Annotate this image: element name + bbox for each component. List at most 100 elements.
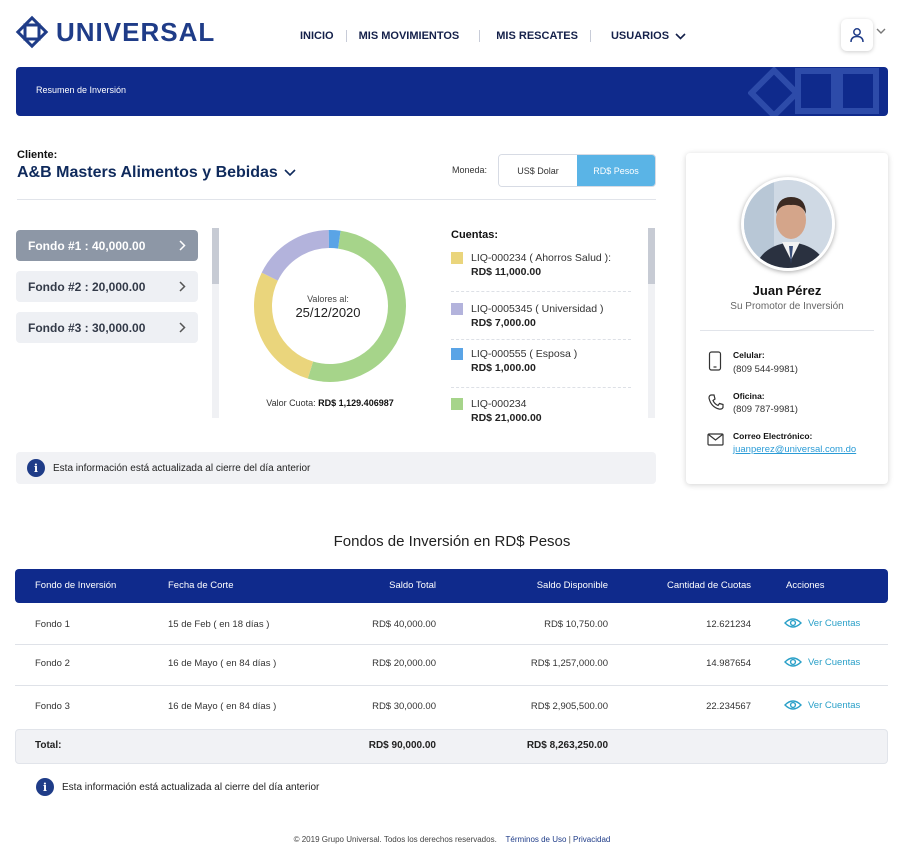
account-name: LIQ-000234 (471, 398, 527, 410)
donut-segment (261, 230, 330, 281)
eye-icon (784, 657, 802, 667)
donut-segment (328, 230, 341, 249)
donut-center-label: Valores al: (307, 294, 349, 304)
divider (17, 199, 656, 200)
account-amount: RD$ 7,000.00 (471, 317, 536, 329)
nav-inicio-label: INICIO (300, 30, 334, 42)
currency-label: Moneda: (452, 165, 488, 175)
cell-value[interactable]: (809 544-9981) (733, 364, 798, 375)
promoter-name: Juan Pérez (752, 283, 822, 298)
cell-fecha: 16 de Mayo ( en 84 días ) (168, 701, 277, 712)
account-color-swatch (451, 303, 463, 315)
currency-usd-button[interactable]: US$ Dolar (499, 155, 577, 186)
fund-button-1[interactable]: Fondo #1 : 40,000.00 (16, 230, 198, 261)
eye-icon (784, 618, 802, 628)
account-item[interactable]: LIQ-000555 ( Esposa ) RD$ 1,000.00 (451, 347, 633, 375)
ver-cuentas-label: Ver Cuentas (808, 617, 861, 629)
cell-fecha: 15 de Feb ( en 18 días ) (168, 619, 270, 630)
universal-logo-icon (15, 15, 49, 49)
info-text: Esta información está actualizada al cie… (53, 462, 311, 474)
nav-usuarios[interactable]: USUARIOS (591, 30, 698, 42)
user-menu-button[interactable] (841, 19, 873, 51)
ver-cuentas-link[interactable]: Ver Cuentas (784, 699, 860, 711)
account-amount: RD$ 1,000.00 (471, 362, 536, 374)
account-item[interactable]: LIQ-0005345 ( Universidad ) RD$ 7,000.00 (451, 302, 633, 330)
currency-toggle: US$ Dolar RD$ Pesos (498, 154, 656, 187)
fund-button-3[interactable]: Fondo #3 : 30,000.00 (16, 312, 198, 343)
cell-cuotas: 14.987654 (706, 658, 751, 669)
privacy-link[interactable]: Privacidad (573, 835, 610, 844)
mail-icon (707, 433, 724, 446)
email-link[interactable]: juanperez@universal.com.do (733, 444, 856, 455)
header-fondo: Fondo de Inversión (35, 580, 117, 591)
terms-link[interactable]: Términos de Uso (506, 835, 567, 844)
account-item[interactable]: LIQ-000234 ( Ahorros Salud ): RD$ 11,000… (451, 251, 633, 279)
email-label: Correo Electrónico: (733, 431, 813, 441)
footer: © 2019 Grupo Universal. Todos los derech… (0, 835, 904, 844)
info-icon: i (27, 459, 45, 477)
user-icon (850, 28, 864, 43)
brand-name: UNIVERSAL (56, 16, 216, 47)
ver-cuentas-link[interactable]: Ver Cuentas (784, 656, 860, 668)
cell-cuotas: 22.234567 (706, 701, 751, 712)
client-label: Cliente: (17, 149, 58, 161)
fund-label: Fondo #2 : 20,000.00 (28, 279, 146, 294)
row-divider (15, 644, 888, 645)
chevron-right-icon (179, 322, 186, 333)
ver-cuentas-label: Ver Cuentas (808, 656, 861, 668)
account-color-swatch (451, 348, 463, 360)
donut-segment (254, 272, 314, 379)
total-label: Total: (35, 740, 62, 751)
footer-separator: | (568, 835, 571, 844)
cell-saldo-disponible: RD$ 10,750.00 (544, 619, 608, 630)
cell-saldo-disponible: RD$ 2,905,500.00 (530, 701, 608, 712)
accounts-title: Cuentas: (451, 229, 499, 241)
cell-saldo-total: RD$ 20,000.00 (372, 658, 436, 669)
nav-usuarios-label: USUARIOS (610, 30, 670, 42)
header-saldo-disponible: Saldo Disponible (536, 580, 608, 591)
brand-logo[interactable]: UNIVERSAL (14, 14, 215, 50)
account-color-swatch (451, 398, 463, 410)
ver-cuentas-link[interactable]: Ver Cuentas (784, 617, 860, 629)
divider (451, 387, 631, 388)
account-name: LIQ-000555 ( Esposa ) (471, 348, 578, 360)
client-name: A&B Masters Alimentos y Bebidas (17, 164, 278, 181)
chevron-down-icon[interactable] (876, 28, 886, 35)
account-item[interactable]: LIQ-000234 RD$ 21,000.00 (451, 397, 633, 425)
table-header (15, 569, 888, 603)
header-acciones: Acciones (786, 580, 825, 591)
account-amount: RD$ 21,000.00 (471, 412, 542, 424)
scrollbar-thumb[interactable] (212, 228, 219, 284)
cell-fondo: Fondo 2 (35, 658, 70, 669)
table-title: Fondos de Inversión en RD$ Pesos (333, 533, 571, 550)
cell-cuotas: 12.621234 (706, 619, 751, 630)
cell-fecha: 16 de Mayo ( en 84 días ) (168, 658, 277, 669)
info-notice: i Esta información está actualizada al c… (16, 452, 656, 484)
nav-movimientos[interactable]: MIS MOVIMIENTOS (347, 30, 472, 42)
currency-rd-button[interactable]: RD$ Pesos (577, 155, 655, 186)
info-notice: i Esta información está actualizada al c… (36, 778, 319, 796)
donut-center-date: 25/12/2020 (295, 305, 361, 320)
fund-label: Fondo #1 : 40,000.00 (28, 238, 146, 253)
page-banner: Resumen de Inversión (16, 67, 888, 116)
account-name: LIQ-000234 ( Ahorros Salud ): (471, 252, 612, 264)
nav-rescates-label: MIS RESCATES (496, 30, 578, 42)
total-row (15, 729, 888, 764)
row-divider (15, 685, 888, 686)
fund-button-2[interactable]: Fondo #2 : 20,000.00 (16, 271, 198, 302)
client-selector[interactable]: A&B Masters Alimentos y Bebidas (17, 164, 296, 182)
nav-rescates[interactable]: MIS RESCATES (480, 30, 590, 42)
header-fecha: Fecha de Corte (168, 580, 234, 591)
nav-inicio[interactable]: INICIO (288, 30, 346, 42)
office-value[interactable]: (809 787-9981) (733, 404, 798, 415)
header-saldo-total: Saldo Total (389, 580, 436, 591)
info-icon: i (36, 778, 54, 796)
chevron-right-icon (179, 240, 186, 251)
divider (700, 330, 874, 331)
promoter-role: Su Promotor de Inversión (730, 301, 844, 312)
cell-saldo-disponible: RD$ 1,257,000.00 (530, 658, 608, 669)
scrollbar-thumb[interactable] (648, 228, 655, 284)
office-label: Oficina: (733, 391, 765, 401)
account-name: LIQ-0005345 ( Universidad ) (471, 303, 604, 315)
page-title: Resumen de Inversión (36, 85, 127, 95)
